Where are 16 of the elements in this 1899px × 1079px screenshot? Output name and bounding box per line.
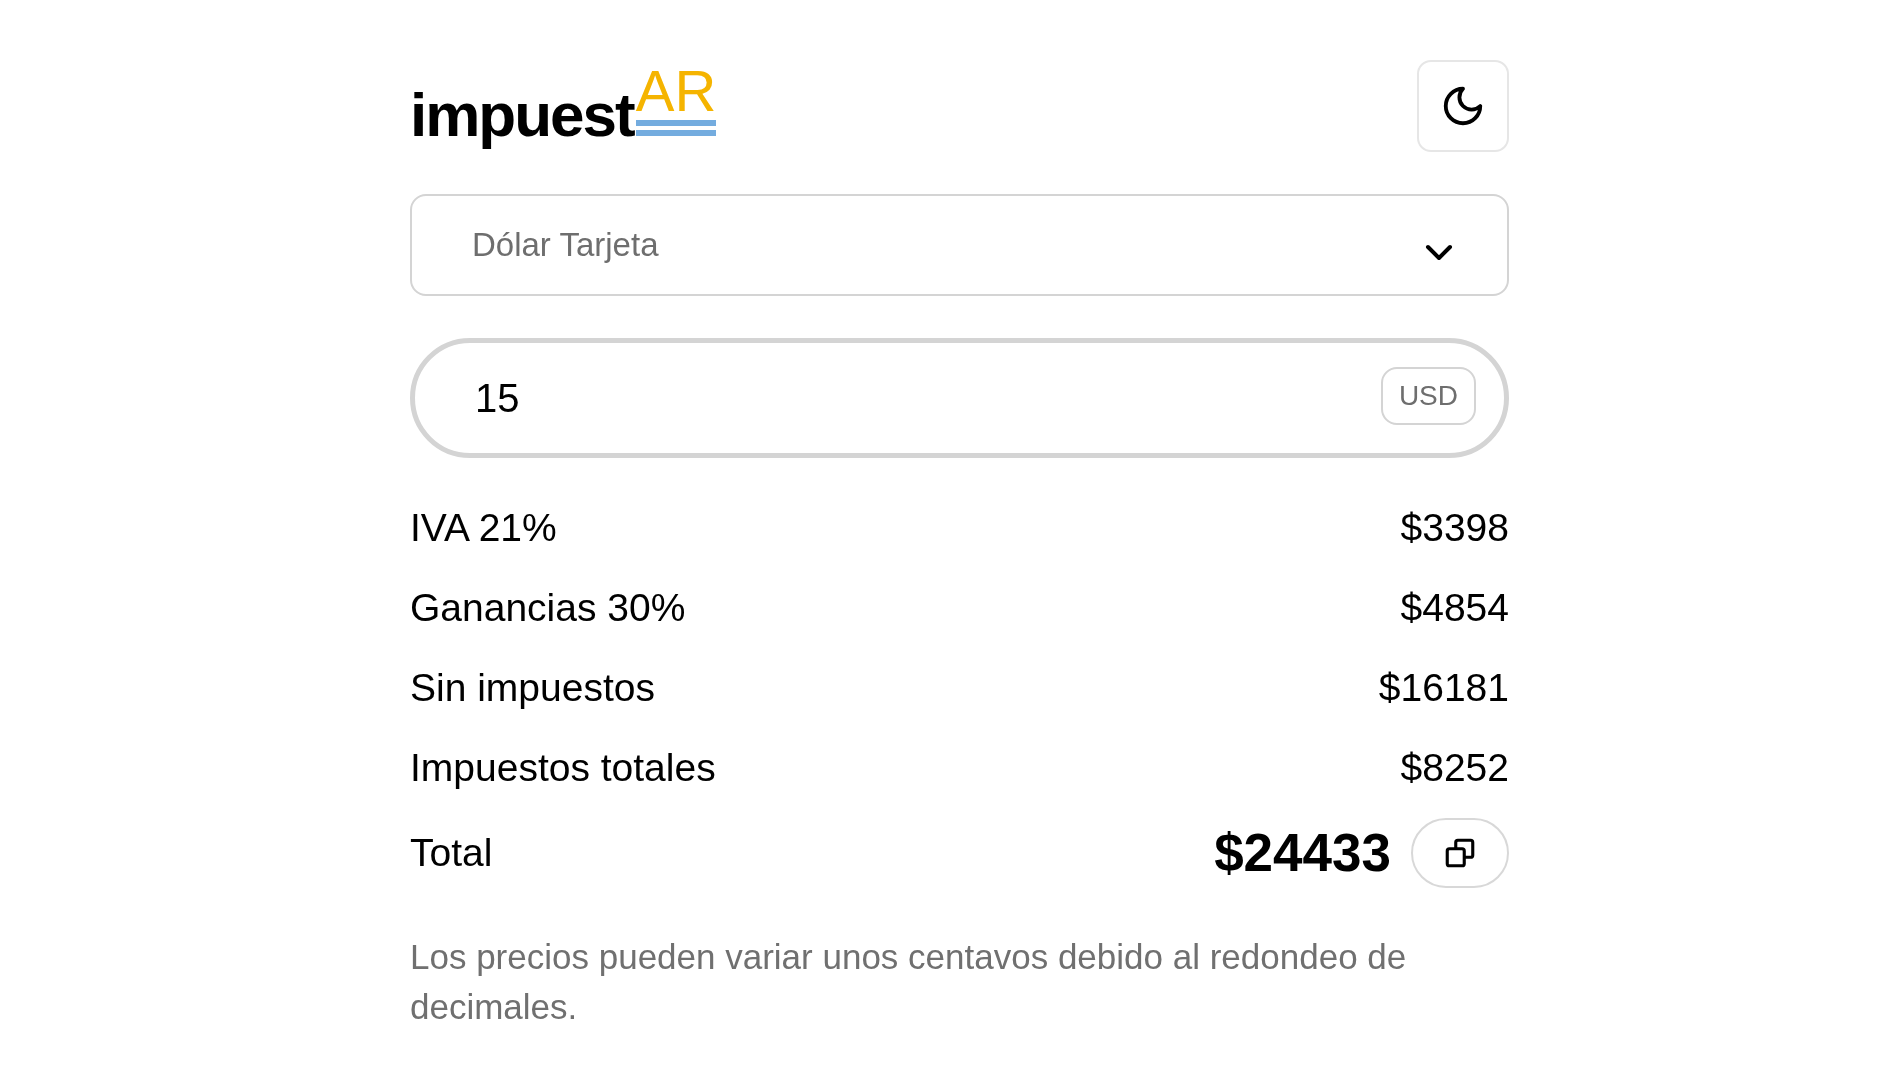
tax-label: Sin impuestos bbox=[410, 664, 655, 711]
tax-amount: $8252 bbox=[1400, 744, 1509, 791]
tax-amount: $3398 bbox=[1400, 504, 1509, 551]
chevron-down-icon bbox=[1425, 244, 1453, 262]
currency-unit: USD bbox=[1380, 367, 1476, 425]
total-amount: $24433 bbox=[1214, 822, 1391, 885]
total-label: Total bbox=[410, 829, 493, 876]
copy-icon bbox=[1443, 836, 1477, 870]
currency-select[interactable]: Dólar Tarjeta bbox=[410, 194, 1509, 296]
tax-amount: $16181 bbox=[1378, 664, 1509, 711]
tax-amount: $4854 bbox=[1400, 584, 1509, 631]
rounding-note: Los precios pueden variar unos centavos debido al redondeo de decimales. bbox=[410, 936, 1408, 1028]
tax-label: IVA 21% bbox=[410, 504, 557, 551]
tax-label: Impuestos totales bbox=[410, 744, 716, 791]
theme-toggle-button[interactable] bbox=[1417, 60, 1509, 152]
tax-label: Ganancias 30% bbox=[410, 584, 686, 631]
